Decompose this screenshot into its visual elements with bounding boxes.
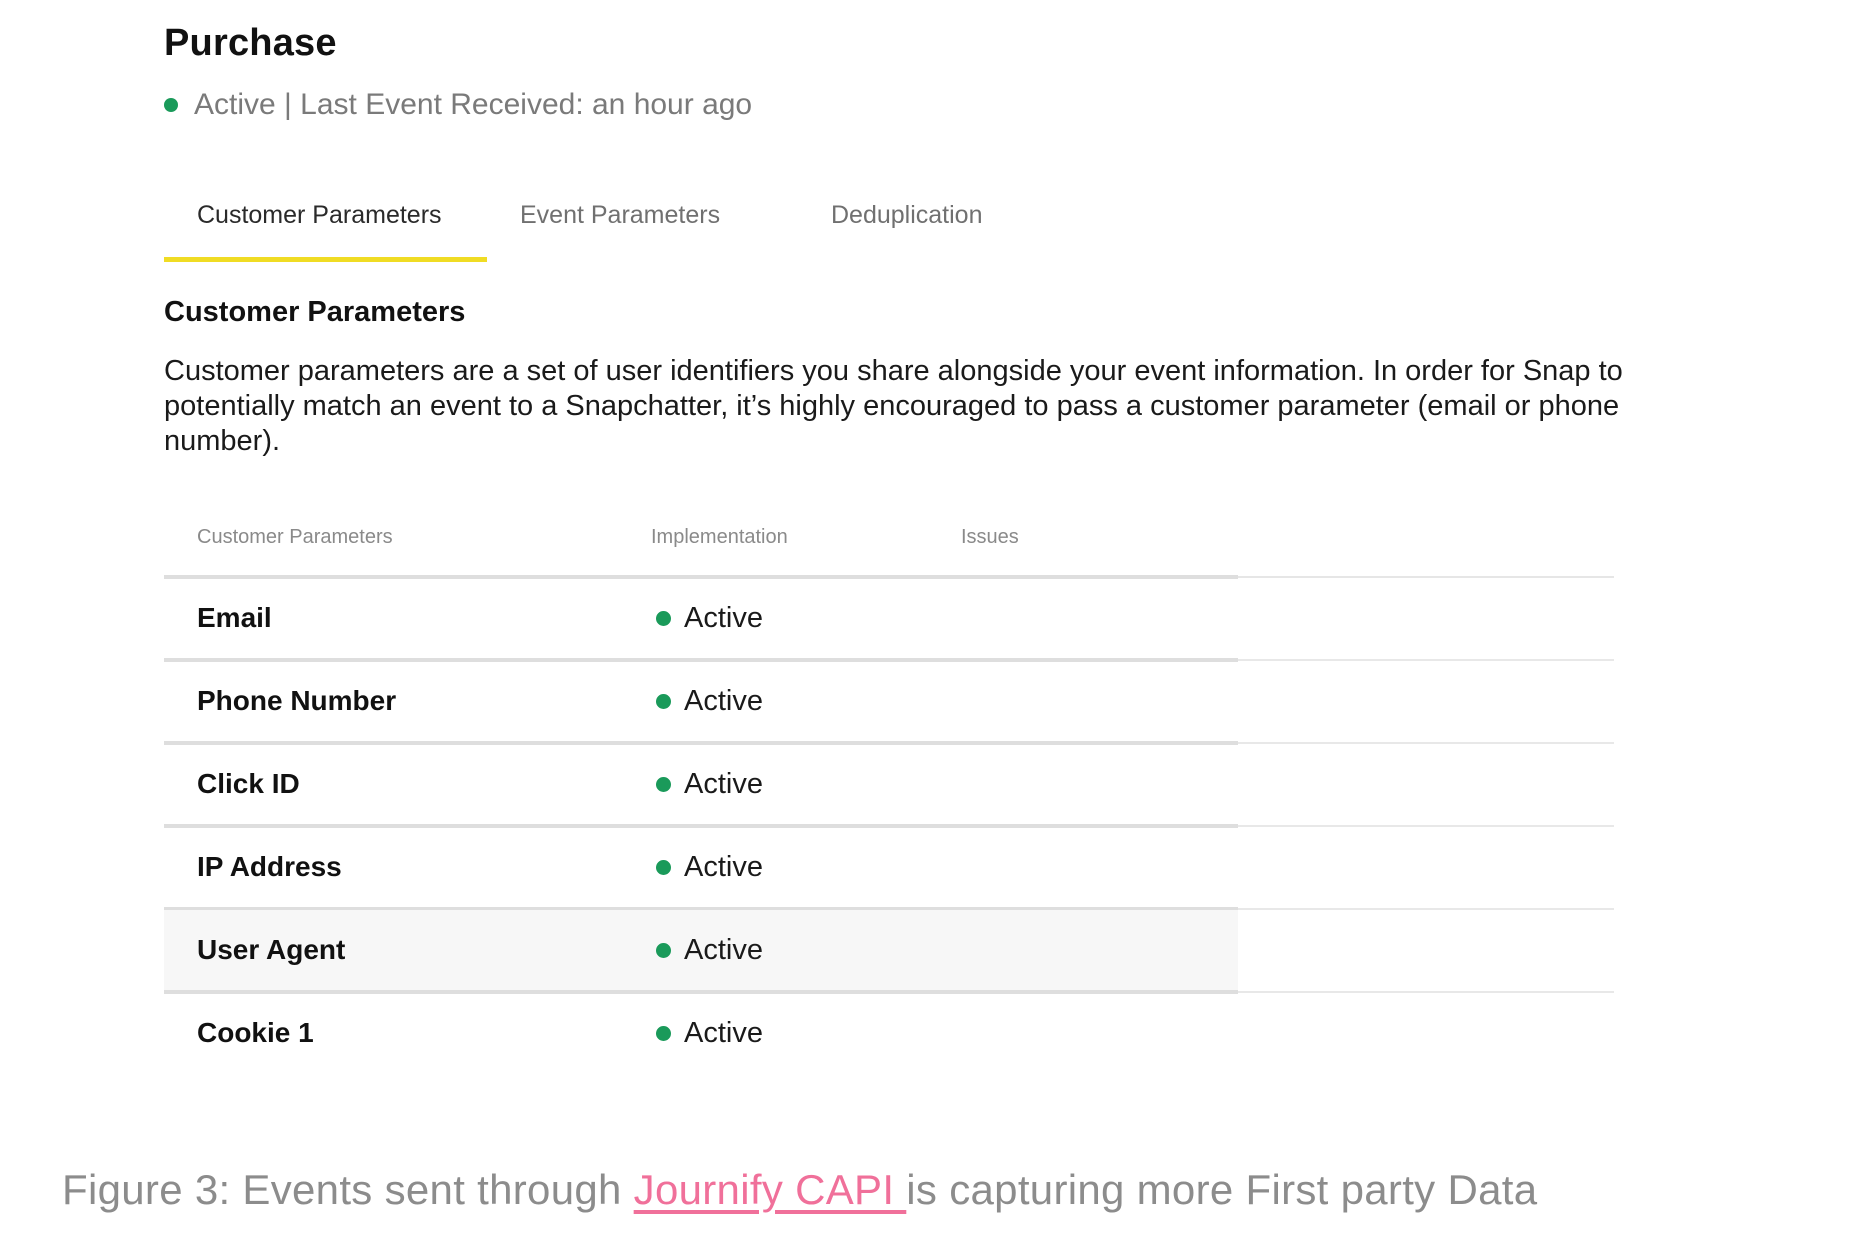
tab-event-parameters-label: Event Parameters xyxy=(520,201,721,229)
status-dot-icon xyxy=(164,98,178,112)
implementation-status: Active xyxy=(656,934,763,967)
implementation-label: Active xyxy=(684,1017,763,1049)
column-header-parameter: Customer Parameters xyxy=(197,526,393,548)
implementation-label: Active xyxy=(684,768,763,800)
event-title: Purchase xyxy=(164,22,337,64)
tab-customer-parameters[interactable]: Customer Parameters xyxy=(164,196,487,262)
tab-deduplication-label: Deduplication xyxy=(831,201,983,229)
parameter-name: Click ID xyxy=(197,768,300,799)
figure-caption: Figure 3: Events sent through Journify C… xyxy=(62,1166,1537,1214)
tab-bar: Customer Parameters Event Parameters Ded… xyxy=(164,196,1045,262)
implementation-label: Active xyxy=(684,934,763,966)
parameter-name: IP Address xyxy=(197,851,342,882)
status-dot-icon xyxy=(656,611,671,626)
implementation-status: Active xyxy=(656,851,763,884)
implementation-label: Active xyxy=(684,602,763,634)
status-dot-icon xyxy=(656,694,671,709)
customer-parameters-table: Customer Parameters Implementation Issue… xyxy=(164,512,1614,1049)
table-row: User Agent Active xyxy=(164,910,1614,994)
tab-customer-parameters-label: Customer Parameters xyxy=(197,201,442,229)
section-title: Customer Parameters xyxy=(164,296,466,328)
implementation-label: Active xyxy=(684,685,763,717)
parameter-name: Cookie 1 xyxy=(197,1017,314,1048)
parameter-name: User Agent xyxy=(197,934,346,965)
implementation-label: Active xyxy=(684,851,763,883)
section-description: Customer parameters are a set of user id… xyxy=(164,355,1623,457)
table-row: IP Address Active xyxy=(164,827,1614,911)
tab-event-parameters[interactable]: Event Parameters xyxy=(487,196,825,262)
column-header-implementation: Implementation xyxy=(651,526,788,548)
status-dot-icon xyxy=(656,943,671,958)
active-tab-underline xyxy=(164,257,487,262)
event-status: Active | Last Event Received: an hour ag… xyxy=(164,88,752,122)
parameter-name: Phone Number xyxy=(197,685,397,716)
implementation-status: Active xyxy=(656,602,763,635)
implementation-status: Active xyxy=(656,768,763,801)
tab-deduplication[interactable]: Deduplication xyxy=(825,196,1045,262)
table-body: Email Active Phone Number Active Click I… xyxy=(164,578,1614,1076)
table-row: Cookie 1 Active xyxy=(164,993,1614,1076)
table-row: Phone Number Active xyxy=(164,661,1614,745)
caption-suffix: is capturing more First party Data xyxy=(906,1166,1538,1213)
implementation-status: Active xyxy=(656,685,763,718)
table-row: Email Active xyxy=(164,578,1614,662)
table-row: Click ID Active xyxy=(164,744,1614,828)
table-header: Customer Parameters Implementation Issue… xyxy=(164,512,1614,579)
parameter-name: Email xyxy=(197,602,272,633)
implementation-status: Active xyxy=(656,1017,763,1050)
caption-prefix: Figure 3: Events sent through xyxy=(62,1166,634,1213)
event-status-text: Active | Last Event Received: an hour ag… xyxy=(194,88,753,121)
journify-capi-link[interactable]: Journify CAPI xyxy=(634,1166,907,1213)
status-dot-icon xyxy=(656,777,671,792)
column-header-issues: Issues xyxy=(961,526,1019,548)
status-dot-icon xyxy=(656,1026,671,1041)
status-dot-icon xyxy=(656,860,671,875)
